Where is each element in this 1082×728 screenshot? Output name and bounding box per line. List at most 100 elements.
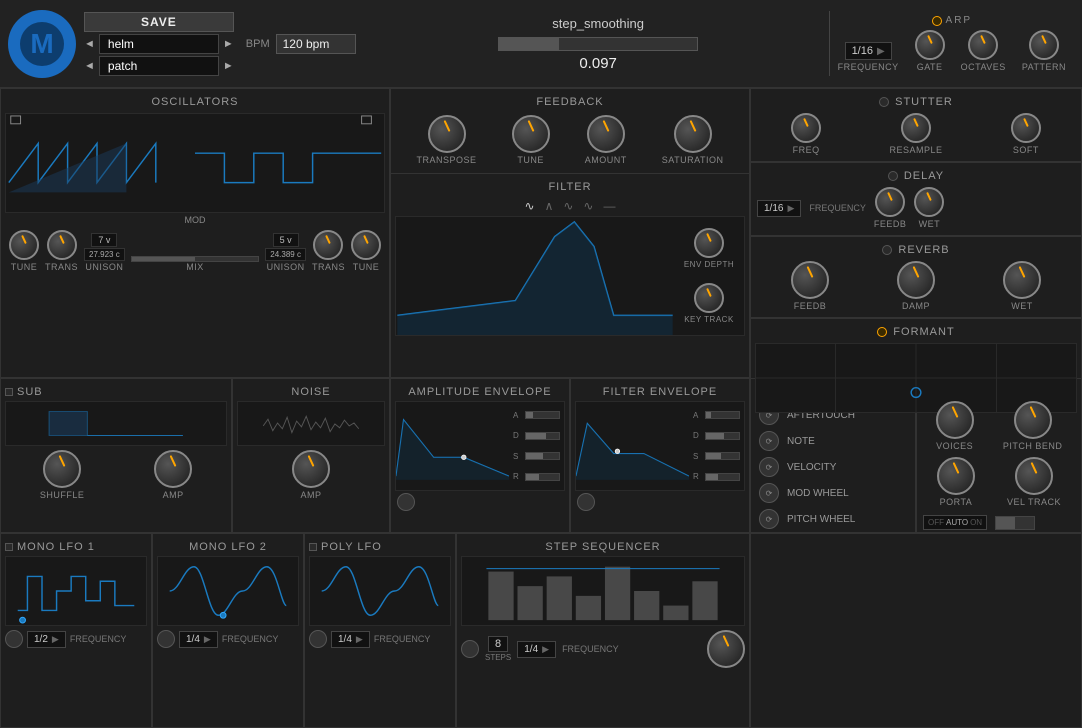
oscillator-waveform-display[interactable] — [5, 113, 385, 213]
kbd-pitchwheel-icon[interactable]: ⟳ — [759, 509, 779, 529]
poly-lfo-checkbox[interactable] — [309, 543, 317, 551]
filter-env-s-slider[interactable] — [705, 452, 740, 460]
arp-pattern-knob[interactable] — [1029, 30, 1059, 60]
amp-env-d-fill — [526, 433, 546, 439]
feedback-amount-knob[interactable] — [587, 115, 625, 153]
amplitude-envelope-curve[interactable] — [396, 402, 509, 490]
osc-trans2-knob[interactable] — [313, 230, 343, 260]
mono-lfo1-checkbox[interactable] — [5, 543, 13, 551]
bpm-input[interactable] — [276, 34, 356, 54]
amp-env-icon[interactable] — [397, 493, 415, 511]
amp-env-s-slider[interactable] — [525, 452, 560, 460]
step-smoothing-bar[interactable] — [498, 37, 698, 51]
reverb-damp-knob[interactable] — [897, 261, 935, 299]
patch-next-arrow[interactable]: ► — [223, 60, 234, 72]
stutter-soft-knob[interactable] — [1011, 113, 1041, 143]
osc-tune2-knob[interactable] — [351, 230, 381, 260]
delay-freq-display[interactable]: 1/16 ▶ — [757, 200, 801, 217]
sub-waveform[interactable] — [5, 401, 227, 446]
step-seq-freq-display[interactable]: 1/4 ▶ — [517, 641, 556, 658]
step-sequencer-display[interactable] — [461, 556, 745, 626]
keyboard-mod-items: ⟳ AFTERTOUCH ⟳ NOTE ⟳ VELOCITY ⟳ MOD WHE… — [755, 401, 911, 533]
formant-power-button[interactable] — [877, 327, 887, 337]
filter-type-highpass[interactable]: ∿ — [563, 199, 573, 213]
legato-switch[interactable] — [995, 516, 1035, 530]
sub-shuffle-knob[interactable] — [43, 450, 81, 488]
osc-tune-knob[interactable] — [9, 230, 39, 260]
osc-trans-knob[interactable] — [47, 230, 77, 260]
delay-feedb-knob[interactable] — [875, 187, 905, 217]
reverb-wet-knob[interactable] — [1003, 261, 1041, 299]
filter-env-d-slider[interactable] — [705, 432, 740, 440]
articulation-porta-knob[interactable] — [937, 457, 975, 495]
porta-type-switch[interactable]: OFF AUTO ON — [923, 515, 987, 530]
mono-lfo1-freq-display[interactable]: 1/2 ▶ — [27, 631, 66, 648]
filter-env-icon[interactable] — [577, 493, 595, 511]
sub-amp-group: AMP — [154, 450, 192, 500]
arp-power-button[interactable] — [932, 16, 942, 26]
amplitude-envelope-title: AMPLITUDE ENVELOPE — [395, 383, 565, 401]
patch-prev-arrow[interactable]: ◄ — [84, 60, 95, 72]
stutter-resample-knob[interactable] — [901, 113, 931, 143]
feedback-transpose-knob[interactable] — [428, 115, 466, 153]
lfo-step-row: MONO LFO 1 1/2 ▶ FREQUENCY MONO LFO 2 — [0, 533, 750, 728]
feedback-tune-knob[interactable] — [512, 115, 550, 153]
filter-env-r-slider[interactable] — [705, 473, 740, 481]
filter-type-notch[interactable]: ∿ — [583, 199, 593, 213]
amp-env-r-slider[interactable] — [525, 473, 560, 481]
amp-env-a-slider[interactable] — [525, 411, 560, 419]
kbd-note-icon[interactable]: ⟳ — [759, 431, 779, 451]
poly-lfo-freq-display[interactable]: 1/4 ▶ — [331, 631, 370, 648]
kbd-velocity-icon[interactable]: ⟳ — [759, 457, 779, 477]
noise-waveform[interactable] — [237, 401, 385, 446]
amp-env-d-slider[interactable] — [525, 432, 560, 440]
mono-lfo2-freq-display[interactable]: 1/4 ▶ — [179, 631, 218, 648]
poly-lfo-icon[interactable] — [309, 630, 327, 648]
articulation-pitchbend-knob[interactable] — [1014, 401, 1052, 439]
save-button[interactable]: SAVE — [84, 12, 234, 32]
filter-env-a-slider[interactable] — [705, 411, 740, 419]
parent-next-arrow[interactable]: ► — [223, 38, 234, 50]
amp-env-a-label: A — [513, 411, 523, 420]
sub-power-button[interactable] — [5, 388, 13, 396]
filter-type-lowpass[interactable]: ∿ — [525, 199, 535, 213]
filter-panel: FILTER ∿ ∧ ∿ ∿ — — [391, 174, 749, 377]
poly-lfo-waveform[interactable] — [309, 556, 451, 626]
filter-env-depth-knob[interactable] — [694, 228, 724, 258]
arp-gate-knob[interactable] — [915, 30, 945, 60]
arp-octaves-knob[interactable] — [968, 30, 998, 60]
mono-lfo2-waveform[interactable] — [157, 556, 299, 626]
delay-power-button[interactable] — [888, 171, 898, 181]
filter-key-track-knob[interactable] — [694, 283, 724, 313]
step-seq-icon[interactable] — [461, 640, 479, 658]
filter-envelope-curve[interactable] — [576, 402, 689, 490]
filter-type-bandpass[interactable]: ∧ — [545, 199, 554, 213]
sub-amp-knob[interactable] — [154, 450, 192, 488]
osc-tune-knob-group: TUNE — [9, 230, 39, 272]
delay-wet-knob[interactable] — [914, 187, 944, 217]
stutter-freq-knob[interactable] — [791, 113, 821, 143]
unison2-cents: 24.389 c — [265, 248, 306, 261]
reverb-feedb-label: FEEDB — [794, 301, 827, 311]
mono-lfo1-waveform[interactable] — [5, 556, 147, 626]
noise-panel: NOISE AMP — [232, 378, 390, 533]
poly-lfo-freq-value: 1/4 — [338, 634, 352, 645]
step-seq-knob[interactable] — [707, 630, 745, 668]
filter-type-all[interactable]: — — [603, 199, 615, 213]
mono-lfo2-icon[interactable] — [157, 630, 175, 648]
mono-lfo1-icon[interactable] — [5, 630, 23, 648]
filter-curve-area[interactable] — [396, 217, 674, 335]
poly-lfo-panel: POLY LFO 1/4 ▶ FREQUENCY — [304, 533, 456, 728]
parent-prev-arrow[interactable]: ◄ — [84, 38, 95, 50]
articulation-veltrack-knob[interactable] — [1015, 457, 1053, 495]
articulation-voices-knob[interactable] — [936, 401, 974, 439]
stutter-soft-label: SOFT — [1013, 145, 1039, 155]
kbd-modwheel-icon[interactable]: ⟳ — [759, 483, 779, 503]
step-sequencer-panel: STEP SEQUENCER — [456, 533, 750, 728]
stutter-power-button[interactable] — [879, 97, 889, 107]
logo[interactable]: M — [8, 10, 76, 78]
reverb-power-button[interactable] — [882, 245, 892, 255]
reverb-feedb-knob[interactable] — [791, 261, 829, 299]
feedback-saturation-knob[interactable] — [674, 115, 712, 153]
noise-amp-knob[interactable] — [292, 450, 330, 488]
